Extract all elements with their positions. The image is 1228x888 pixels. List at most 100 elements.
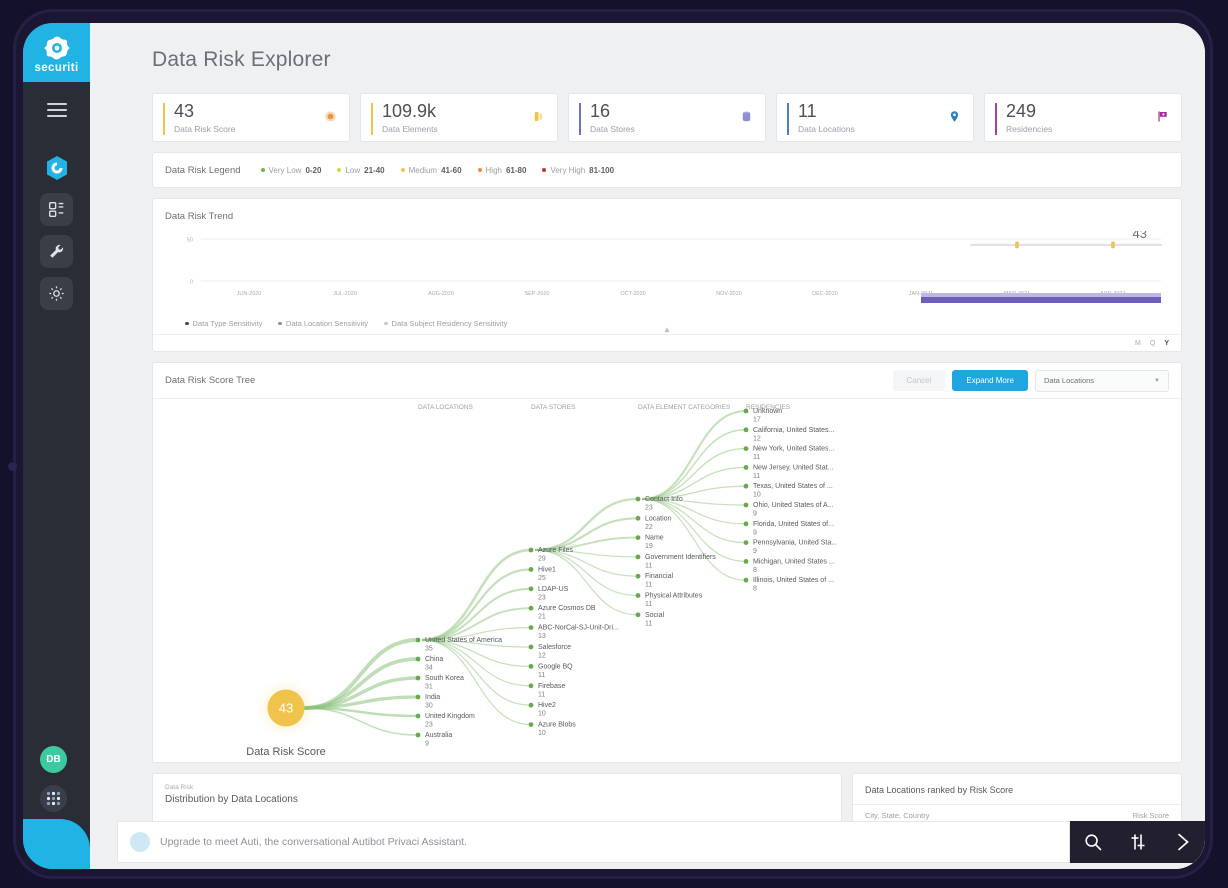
svg-text:California, United States...: California, United States... (753, 427, 834, 434)
metric-card-data-stores[interactable]: 16 Data Stores (568, 93, 766, 142)
period-button-q[interactable]: Q (1150, 340, 1155, 347)
svg-text:China: China (425, 656, 443, 663)
cancel-button[interactable]: Cancel (892, 370, 946, 391)
chat-actions (1070, 821, 1205, 863)
metric-label: Residencies (1006, 123, 1053, 134)
svg-text:11: 11 (538, 691, 545, 698)
svg-text:Texas, United States of ...: Texas, United States of ... (753, 483, 833, 490)
metric-value: 109.9k (382, 100, 437, 121)
legend-dot (477, 168, 482, 172)
svg-text:Florida, United States of...: Florida, United States of... (753, 521, 834, 528)
legend-item-low: Low 21-40 (337, 165, 385, 175)
legend-dot (278, 321, 282, 326)
svg-text:12: 12 (538, 653, 546, 660)
svg-text:22: 22 (645, 524, 653, 531)
svg-text:11: 11 (645, 562, 652, 569)
chevron-down-icon: ▼ (1154, 377, 1160, 384)
svg-text:30: 30 (425, 703, 433, 710)
legend-dot (185, 321, 189, 326)
legend-item-very-low: Very Low 0-20 (260, 166, 321, 175)
svg-text:India: India (425, 694, 440, 701)
send-arrow-icon[interactable] (1173, 832, 1193, 852)
svg-text:Salesforce: Salesforce (538, 644, 571, 651)
period-button-m[interactable]: M (1135, 340, 1141, 347)
svg-text:10: 10 (538, 711, 546, 718)
chevron-up-icon[interactable]: ▲ (663, 325, 671, 334)
svg-text:OCT-2020: OCT-2020 (620, 291, 645, 297)
data-risk-legend-panel: Data Risk Legend Very Low 0-20 Low 21-40… (152, 152, 1182, 188)
sidebar-item-tools[interactable] (40, 235, 73, 268)
legend-title: Data Risk Legend (165, 164, 241, 176)
legend-item-high: High 61-80 (477, 166, 526, 175)
svg-text:43: 43 (1133, 231, 1147, 241)
metric-card-data-risk-score[interactable]: 43 Data Risk Score (152, 93, 350, 142)
metric-card-data-locations[interactable]: 11 Data Locations (776, 93, 974, 142)
sidebar-item-privaci[interactable] (40, 151, 73, 184)
svg-text:SEP-2020: SEP-2020 (524, 291, 549, 297)
tree-title: Data Risk Score Tree (165, 375, 256, 386)
card-accent-bar (579, 103, 581, 135)
tree-diagram[interactable]: DATA LOCATIONS DATA STORES DATA ELEMENT CA… (153, 399, 1183, 763)
trend-legend: Data Type Sensitivity Data Location Sens… (185, 319, 523, 328)
svg-text:Physical Attributes: Physical Attributes (645, 593, 703, 600)
metric-card-data-elements[interactable]: 109.9k Data Elements (360, 93, 558, 142)
data-risk-score-tree-panel: Data Risk Score Tree Cancel Expand More … (152, 362, 1182, 763)
app-grid-icon[interactable] (40, 785, 67, 812)
svg-text:19: 19 (645, 543, 653, 550)
svg-text:DATA ELEMENT CATEGORIES: DATA ELEMENT CATEGORIES (638, 404, 731, 411)
data-element-icon (534, 111, 543, 122)
svg-text:11: 11 (645, 620, 652, 627)
risk-dot-icon (325, 111, 336, 122)
svg-text:Financial: Financial (645, 573, 673, 580)
svg-text:JUL-2020: JUL-2020 (333, 291, 357, 297)
chat-input[interactable]: Upgrade to meet Auti, the conversational… (117, 821, 1070, 863)
svg-text:8: 8 (753, 567, 757, 574)
trend-chart[interactable]: 0 50 JUN-2020 JUL-2020 AUG-2020 SEP-2020 OCT-2… (153, 231, 1183, 303)
metric-card-residencies[interactable]: 249 Residencies (984, 93, 1182, 142)
svg-text:Location: Location (645, 515, 672, 522)
svg-text:Azure Blobs: Azure Blobs (538, 722, 576, 729)
svg-text:Government Identifiers: Government Identifiers (645, 554, 716, 561)
svg-text:New York, United States...: New York, United States... (753, 446, 834, 453)
svg-text:DEC-2020: DEC-2020 (812, 291, 838, 297)
ranked-col-score: Risk Score (1132, 811, 1169, 820)
main-content: Data Risk Explorer 43 Data Risk Score 10… (90, 23, 1205, 869)
sidebar-item-dashboard[interactable] (40, 193, 73, 226)
metric-value: 16 (590, 100, 611, 121)
svg-text:10: 10 (538, 730, 546, 737)
sidebar-item-settings[interactable] (40, 277, 73, 310)
svg-text:Ohio, United States of A...: Ohio, United States of A... (753, 502, 834, 509)
data-risk-trend-panel: Data Risk Trend 0 50 JUN-2020 JUL-2020 AUG-2… (152, 198, 1183, 352)
expand-more-button[interactable]: Expand More (952, 370, 1028, 391)
avatar[interactable]: DB (40, 746, 67, 773)
brand-logo[interactable]: securiti (23, 23, 90, 82)
legend-range: 21-40 (364, 165, 385, 175)
legend-dot (260, 168, 265, 172)
legend-label: Data Subject Residency Sensitivity (391, 319, 508, 328)
svg-text:Hive1: Hive1 (538, 566, 556, 573)
svg-text:13: 13 (538, 633, 546, 640)
svg-text:South Korea: South Korea (425, 675, 464, 682)
ranked-title: Data Locations ranked by Risk Score (865, 785, 1014, 795)
svg-text:11: 11 (538, 672, 545, 679)
tree-filter-select[interactable]: Data Locations ▼ (1035, 369, 1169, 392)
ranked-col-location: City, State, Country (865, 811, 930, 820)
search-icon[interactable] (1083, 832, 1103, 852)
svg-text:Azure Files: Azure Files (538, 547, 574, 554)
metric-value: 249 (1006, 100, 1037, 121)
period-button-y[interactable]: Y (1164, 340, 1169, 347)
svg-text:11: 11 (753, 454, 760, 461)
sidebar: securiti DB (23, 23, 90, 869)
svg-text:AUG-2020: AUG-2020 (428, 291, 454, 297)
svg-text:Pennsylvania, United Sta...: Pennsylvania, United Sta... (753, 540, 837, 547)
svg-text:DATA STORES: DATA STORES (531, 404, 576, 411)
legend-label: Data Location Sensitivity (285, 319, 369, 328)
filter-sliders-icon[interactable] (1128, 832, 1148, 852)
svg-text:35: 35 (425, 646, 433, 653)
hamburger-menu-icon[interactable] (46, 103, 67, 117)
flag-icon (1158, 111, 1167, 122)
svg-text:New Jersey, United Stat...: New Jersey, United Stat... (753, 464, 833, 471)
metric-label: Data Locations (798, 123, 855, 134)
wrench-tools-icon (50, 244, 64, 258)
svg-text:Google BQ: Google BQ (538, 663, 573, 670)
